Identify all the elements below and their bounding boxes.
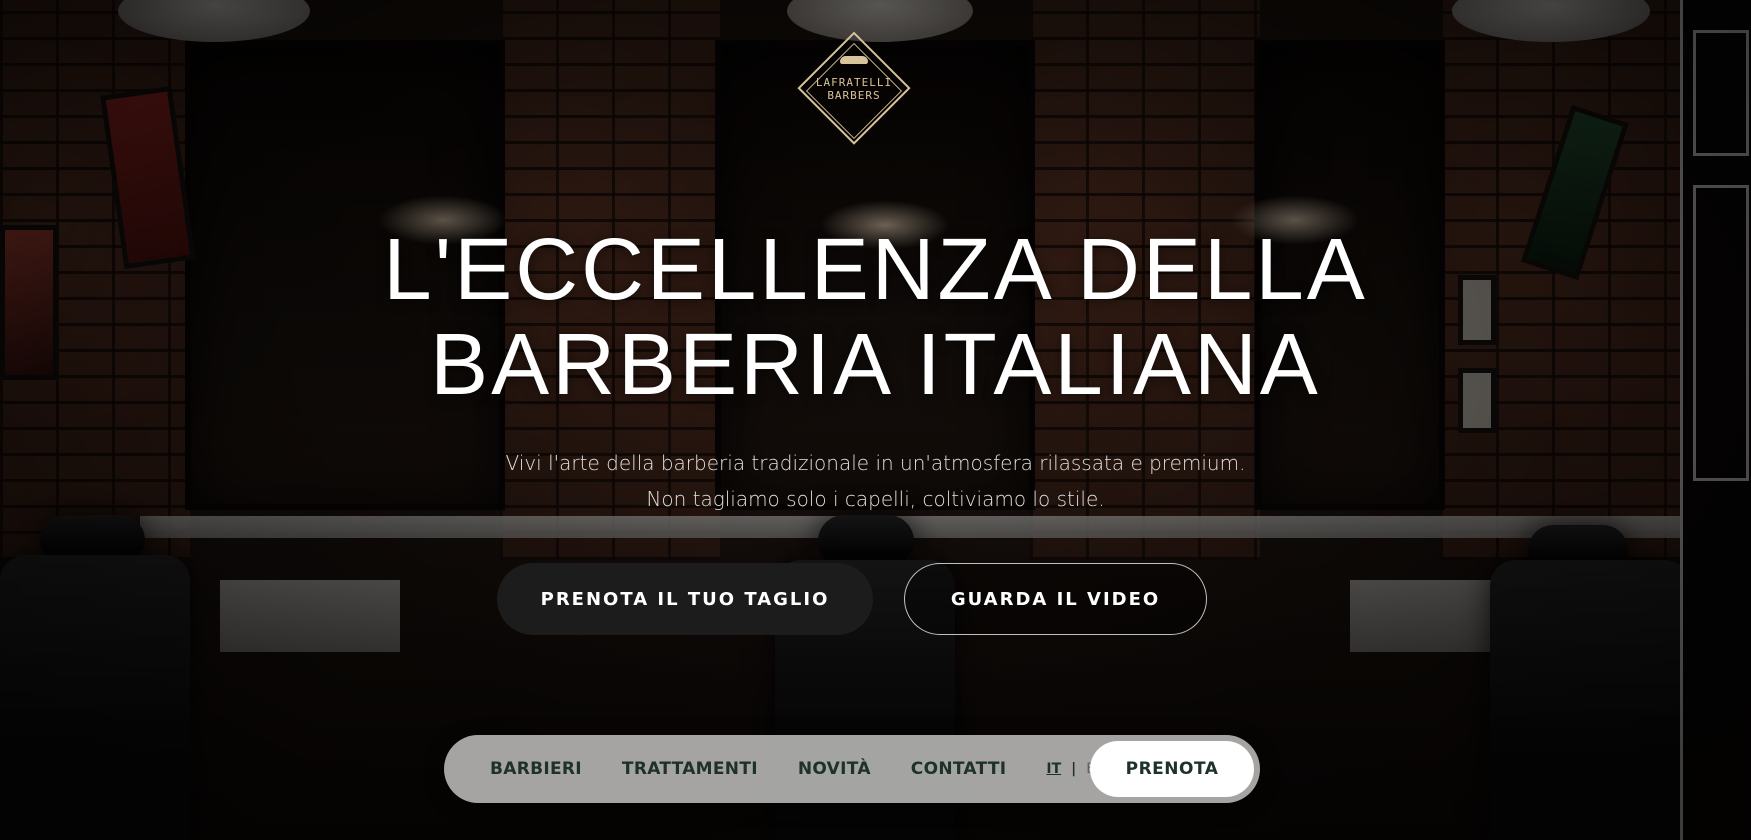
bottom-navbar: BARBIERI TRATTAMENTI NOVITÀ CONTATTI IT …: [444, 735, 1260, 803]
hero-subtitle-line2: Non tagliamo solo i capelli, coltiviamo …: [646, 487, 1105, 511]
mustache-icon: [840, 56, 868, 64]
lang-it-link[interactable]: IT: [1046, 761, 1061, 777]
nav-item-trattamenti[interactable]: TRATTAMENTI: [622, 759, 758, 779]
nav-item-contatti[interactable]: CONTATTI: [911, 759, 1007, 779]
hero-headline: L'ECCELLENZA DELLA BARBERIA ITALIANA: [0, 222, 1751, 412]
nav-item-barbieri[interactable]: BARBIERI: [490, 759, 582, 779]
logo-line1: Lafratelli: [815, 76, 893, 89]
headline-line2: BARBERIA ITALIANA: [430, 316, 1321, 413]
book-haircut-button[interactable]: PRENOTA IL TUO TAGLIO: [497, 563, 873, 635]
nav-item-novita[interactable]: NOVITÀ: [798, 759, 871, 779]
lang-separator: |: [1071, 761, 1077, 777]
logo-text: Lafratelli Barbers: [794, 76, 914, 102]
watch-video-button[interactable]: GUARDA IL VIDEO: [904, 563, 1207, 635]
nav-book-button[interactable]: PRENOTA: [1090, 741, 1254, 797]
brand-logo[interactable]: Lafratelli Barbers: [794, 26, 914, 158]
hero-subtitle-line1: Vivi l'arte della barberia tradizionale …: [505, 451, 1246, 475]
headline-line1: L'ECCELLENZA DELLA: [383, 221, 1368, 318]
logo-line2: Barbers: [827, 89, 881, 102]
